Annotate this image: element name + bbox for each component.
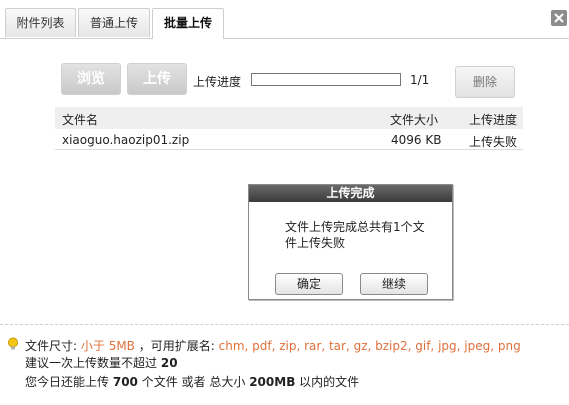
quota-text-a: 您今日还能上传 xyxy=(25,375,110,389)
tab-batch-upload[interactable]: 批量上传 xyxy=(152,8,224,39)
divider xyxy=(0,324,569,325)
progress-count: 1/1 xyxy=(410,73,430,87)
continue-button[interactable]: 继续 xyxy=(360,273,428,295)
file-name-cell: xiaoguo.haozip01.zip xyxy=(62,133,190,147)
confirm-button[interactable]: 确定 xyxy=(275,273,343,295)
file-table-header: 文件名 文件大小 上传进度 xyxy=(55,107,523,129)
file-size-cell: 4096 KB xyxy=(391,133,442,147)
batch-count-text: 建议一次上传数量不超过 xyxy=(25,356,158,370)
delete-button[interactable]: 删除 xyxy=(455,66,515,98)
progress-bar xyxy=(251,73,401,86)
tab-attachment-list[interactable]: 附件列表 xyxy=(5,8,76,37)
quota-size-value: 200MB xyxy=(249,375,296,389)
size-label: 文件尺寸: xyxy=(25,339,78,353)
quota-text-b: 个文件 或者 总大小 xyxy=(141,375,246,389)
batch-count-line: 建议一次上传数量不超过 20 xyxy=(25,354,178,371)
column-header-filename: 文件名 xyxy=(62,113,99,127)
close-icon xyxy=(554,13,564,23)
dialog-title: 上传完成 xyxy=(249,185,452,202)
dialog-message: 文件上传完成总共有1个文件上传失败 xyxy=(285,220,425,250)
allowed-extensions: chm, pdf, zip, rar, tar, gz, bzip2, gif,… xyxy=(218,339,521,353)
table-row[interactable]: xiaoguo.haozip01.zip 4096 KB 上传失败 xyxy=(55,129,523,150)
column-header-filesize: 文件大小 xyxy=(390,113,439,127)
quota-file-count: 700 xyxy=(112,375,138,389)
size-limit-value: 小于 5MB xyxy=(80,339,135,353)
close-button[interactable] xyxy=(551,10,567,26)
batch-count-value: 20 xyxy=(160,356,178,370)
daily-quota-line: 您今日还能上传 700 个文件 或者 总大小 200MB 以内的文件 xyxy=(25,373,359,390)
quota-text-c: 以内的文件 xyxy=(299,375,360,389)
tab-bar: 附件列表 普通上传 批量上传 xyxy=(0,0,569,39)
browse-button[interactable]: 浏览 xyxy=(61,63,121,95)
tab-normal-upload[interactable]: 普通上传 xyxy=(78,8,150,37)
upload-button[interactable]: 上传 xyxy=(127,63,187,95)
upload-complete-dialog: 上传完成 文件上传完成总共有1个文件上传失败 确定 继续 xyxy=(248,184,453,300)
column-header-progress: 上传进度 xyxy=(469,113,518,127)
file-size-limit-line: 文件尺寸: 小于 5MB ，可用扩展名: chm, pdf, zip, rar,… xyxy=(25,337,521,354)
progress-label: 上传进度 xyxy=(193,75,242,89)
lightbulb-icon xyxy=(8,337,18,350)
extensions-label: ，可用扩展名: xyxy=(138,339,215,353)
upload-status-cell: 上传失败 xyxy=(469,135,518,149)
